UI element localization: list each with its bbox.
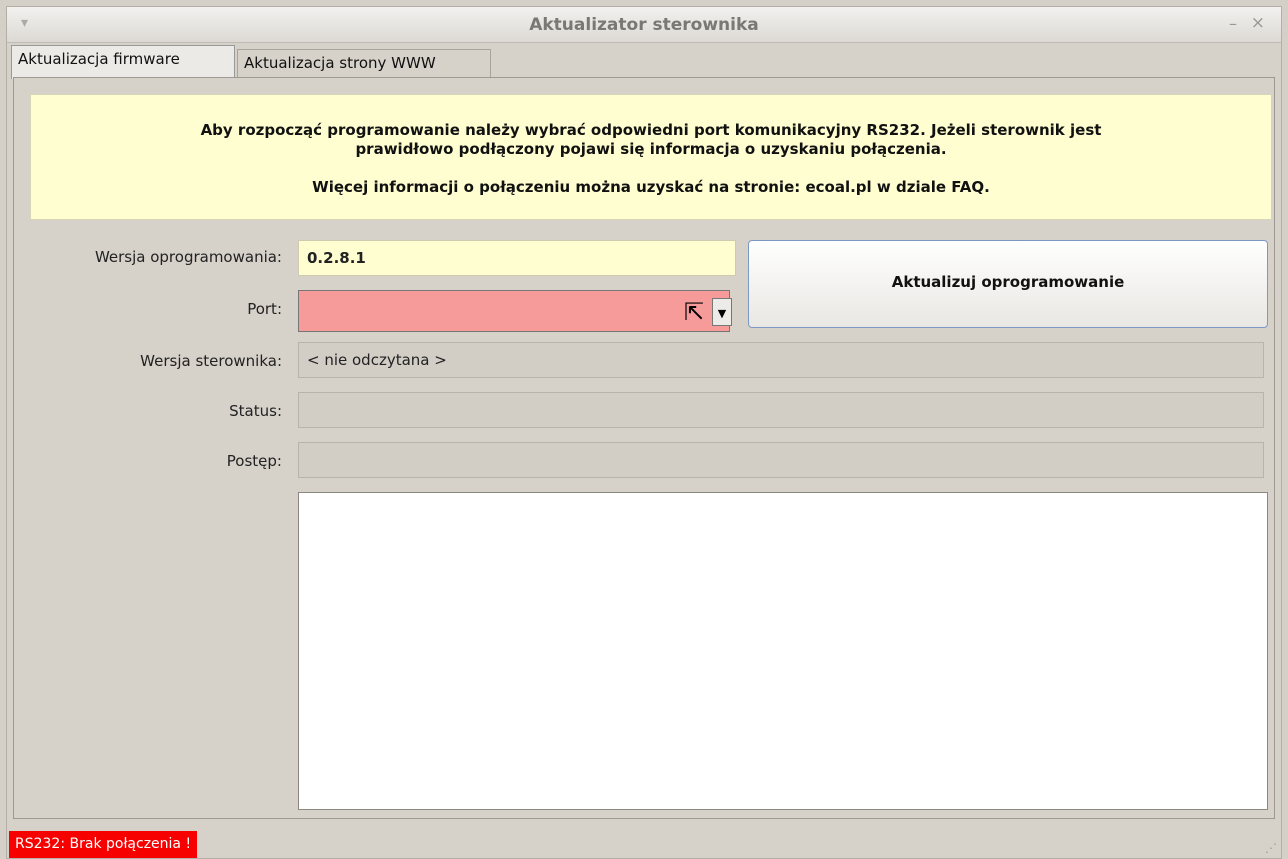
chevron-down-icon[interactable]: ▼	[712, 298, 732, 326]
port-select[interactable]	[298, 290, 730, 332]
close-icon[interactable]: ×	[1251, 13, 1265, 33]
minimize-icon[interactable]: –	[1229, 14, 1237, 33]
titlebar: ▾ Aktualizator sterownika – ×	[7, 7, 1281, 43]
controller-version-field: < nie odczytana >	[298, 342, 1264, 378]
info-line-2: prawidłowo podłączony pojawi się informa…	[355, 140, 947, 158]
status-field	[298, 392, 1264, 428]
info-line-3: Więcej informacji o połączeniu można uzy…	[312, 178, 990, 196]
tab-content: Aby rozpocząć programowanie należy wybra…	[13, 77, 1275, 819]
window-title: Aktualizator sterownika	[529, 15, 759, 35]
connection-status-badge: RS232: Brak połączenia !	[9, 831, 198, 858]
tab-www[interactable]: Aktualizacja strony WWW	[237, 49, 491, 79]
firmware-version-field: 0.2.8.1	[298, 240, 736, 276]
statusbar: RS232: Brak połączenia ! ⋰	[7, 825, 1281, 859]
port-label: Port:	[247, 300, 282, 318]
firmware-label: Wersja oprogramowania:	[94, 248, 282, 266]
tab-firmware[interactable]: Aktualizacja firmware	[11, 45, 235, 79]
progress-label: Postęp:	[226, 452, 282, 470]
info-box: Aby rozpocząć programowanie należy wybra…	[30, 94, 1272, 220]
log-textarea[interactable]	[298, 492, 1268, 810]
info-line-1: Aby rozpocząć programowanie należy wybra…	[200, 121, 1102, 139]
update-firmware-button[interactable]: Aktualizuj oprogramowanie	[748, 240, 1268, 328]
pointer-cursor-icon: ⇱	[684, 298, 705, 326]
progress-bar	[298, 442, 1264, 478]
controller-version-label: Wersja sterownika:	[140, 352, 282, 370]
app-window: ▾ Aktualizator sterownika – × Aktualizac…	[6, 6, 1282, 859]
status-label: Status:	[229, 402, 282, 420]
resize-grip-icon[interactable]: ⋰	[1265, 841, 1277, 855]
